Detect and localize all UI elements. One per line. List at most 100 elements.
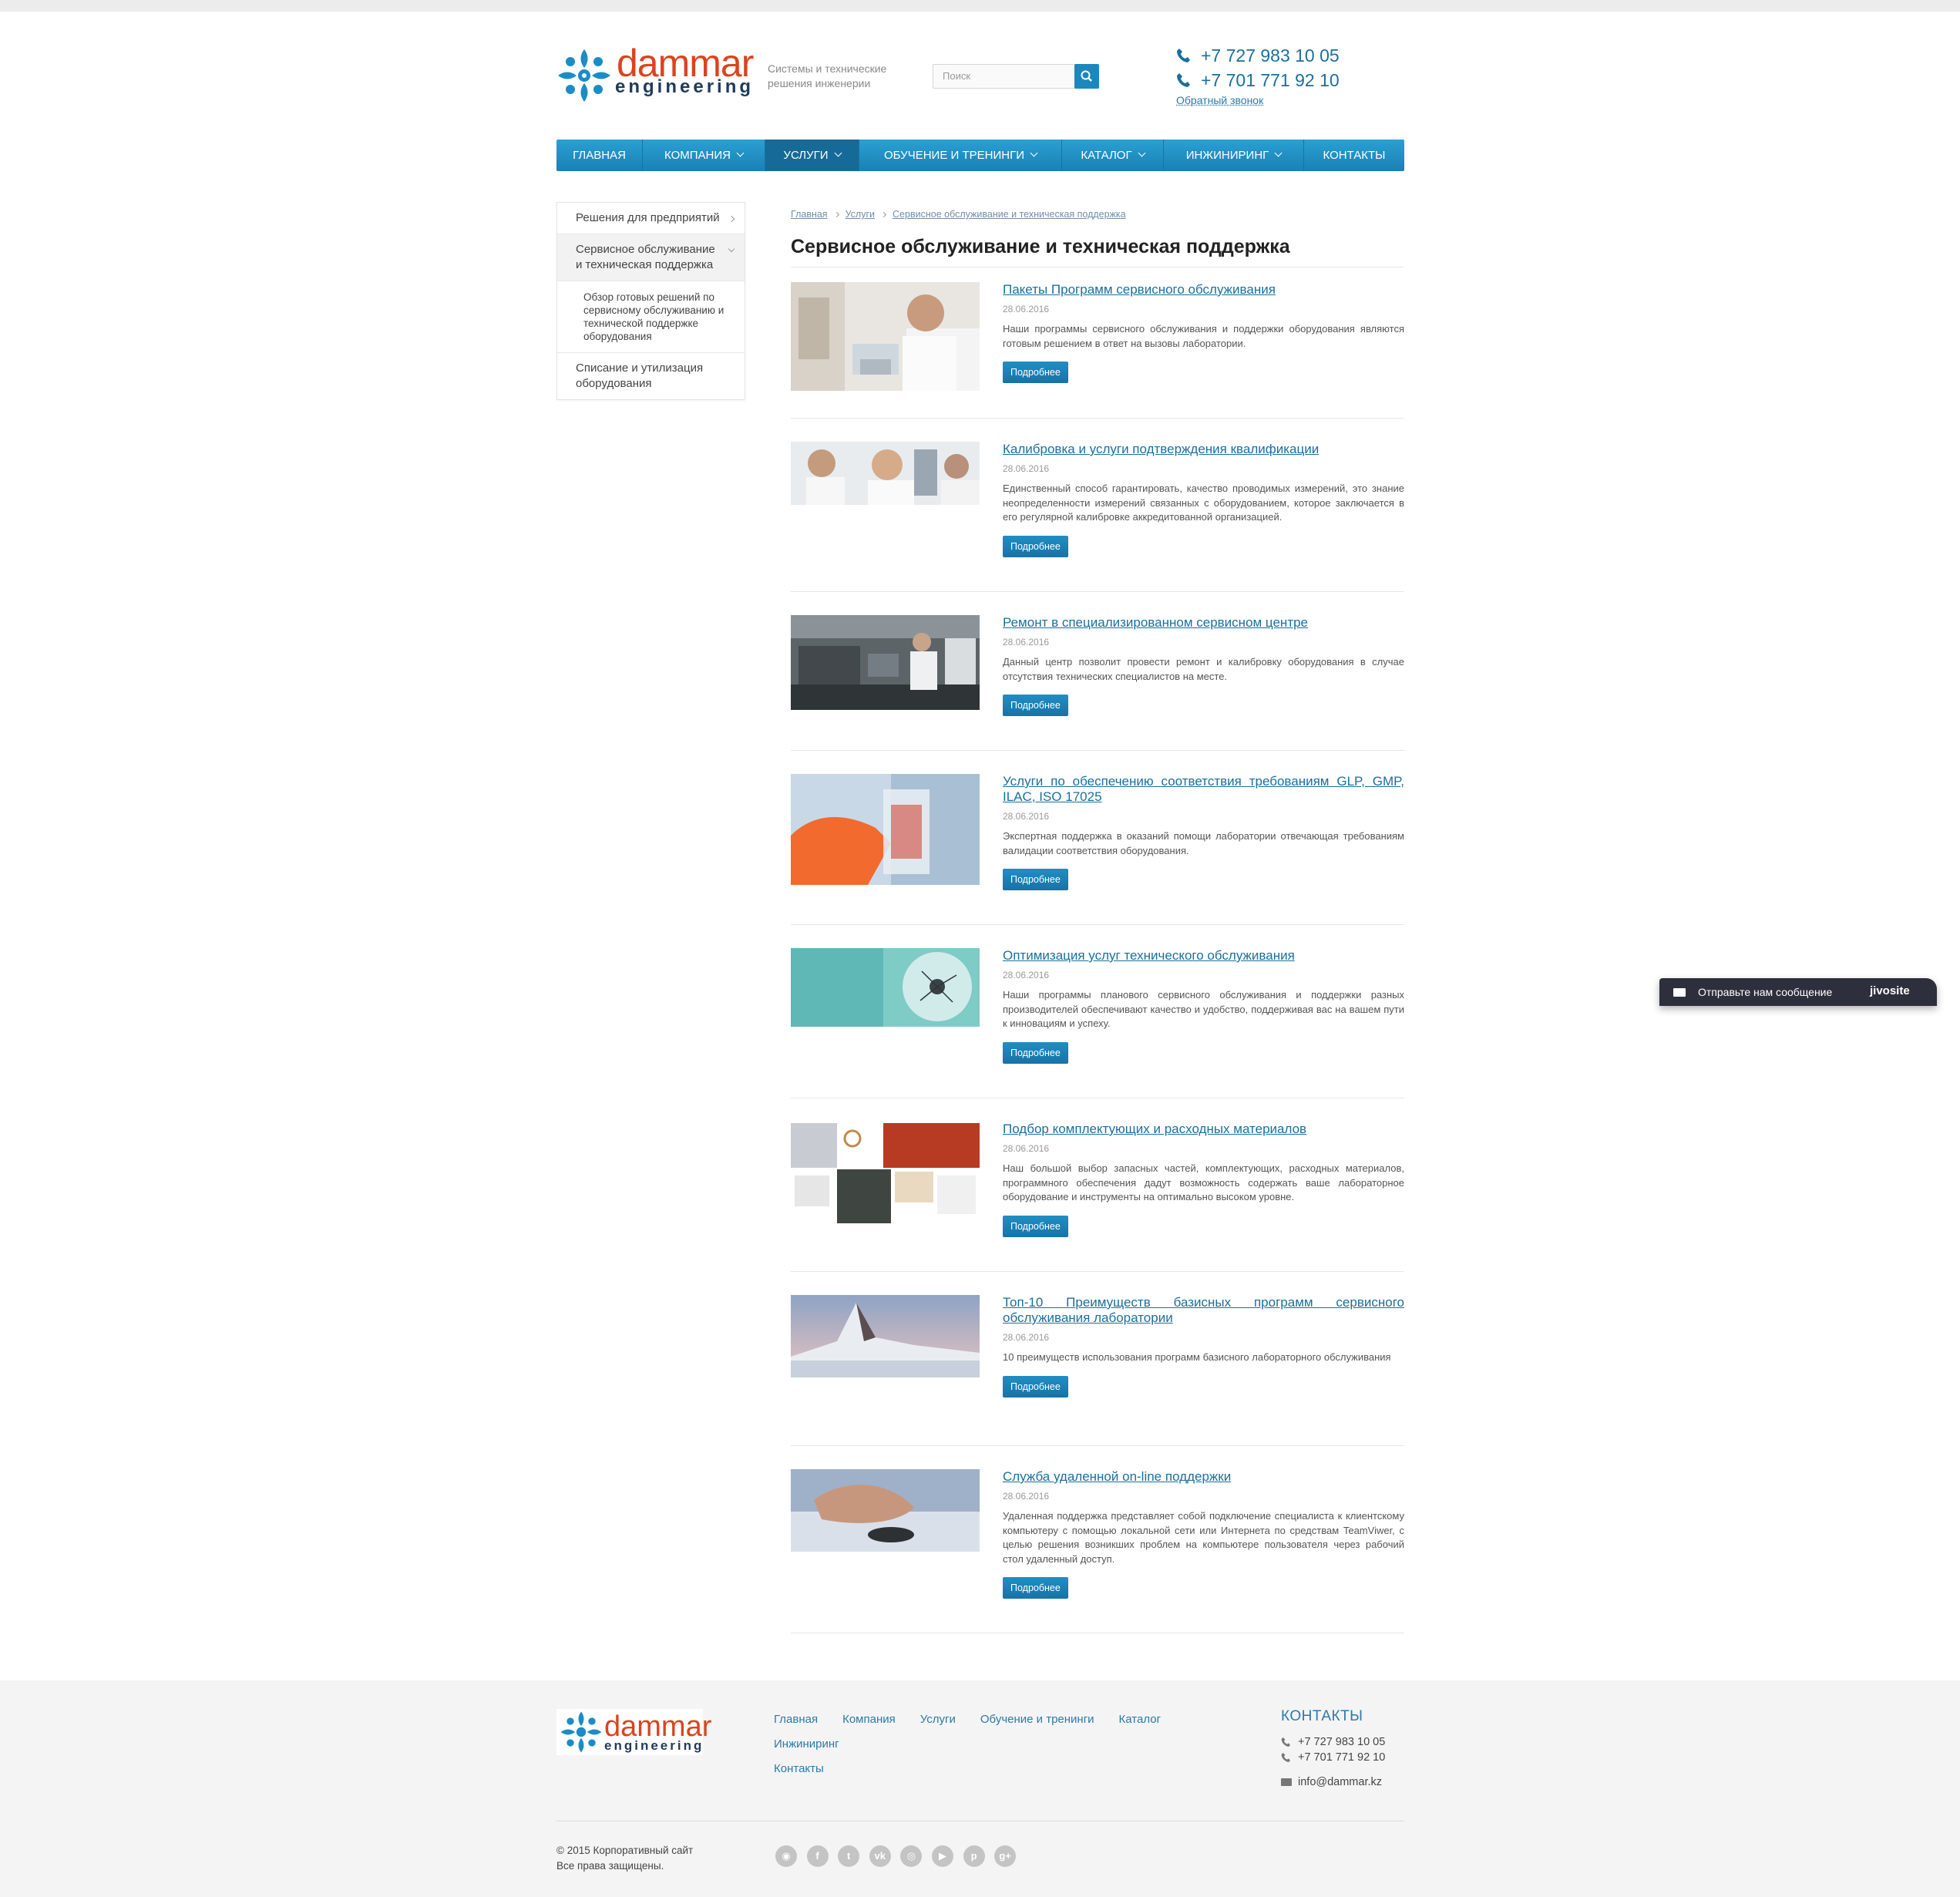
chevron-down-icon: [728, 245, 735, 253]
sidebar-item-solutions[interactable]: Решения для предприятий: [557, 203, 745, 234]
item-text: 10 преимуществ использования программ ба…: [1003, 1351, 1391, 1363]
more-button[interactable]: Подробнее: [1003, 535, 1068, 557]
footer-link[interactable]: Контакты: [774, 1757, 824, 1781]
phone-row: +7 727 983 10 05: [1176, 43, 1377, 68]
vk-icon[interactable]: vk: [869, 1845, 891, 1867]
item-title-link[interactable]: Пакеты Программ сервисного обслуживания: [1003, 282, 1404, 298]
nav-contacts[interactable]: КОНТАКТЫ: [1304, 140, 1404, 171]
nav-company[interactable]: КОМПАНИЯ: [643, 140, 765, 171]
footer-link[interactable]: Главная: [774, 1707, 818, 1732]
jivosite-chat-widget[interactable]: Отправьте нам сообщение jivosite: [1659, 978, 1937, 1006]
item-image[interactable]: [791, 948, 980, 1027]
footer-link[interactable]: Инжиниринг: [774, 1732, 839, 1757]
nav-catalog[interactable]: КАТАЛОГ: [1062, 140, 1164, 171]
chevron-down-icon: [834, 149, 842, 157]
footer-link[interactable]: Обучение и тренинги: [980, 1707, 1094, 1732]
footer-phone-1[interactable]: +7 727 983 10 05: [1298, 1736, 1385, 1748]
item-text: Экспертная поддержка в оказаний помощи л…: [1003, 830, 1404, 856]
item-image[interactable]: [791, 615, 980, 710]
search-button[interactable]: [1074, 64, 1099, 89]
item-image[interactable]: [791, 282, 980, 391]
footer-link[interactable]: Услуги: [920, 1707, 956, 1732]
item-title-link[interactable]: Топ-10 Преимуществ базисных программ сер…: [1003, 1295, 1404, 1326]
item-divider: [791, 924, 1404, 925]
instagram-icon[interactable]: ◎: [900, 1845, 923, 1867]
search-placeholder: Поиск: [943, 70, 971, 82]
item-image[interactable]: [791, 1469, 980, 1552]
item-image[interactable]: [791, 442, 980, 505]
sidebar-item-disposal[interactable]: Списание и утилизация оборудования: [557, 353, 745, 399]
footer-phone-2[interactable]: +7 701 771 92 10: [1298, 1751, 1385, 1764]
sidebar-item-service[interactable]: Сервисное обслуживание и техническая под…: [557, 234, 745, 281]
copyright-line: Все права защищены.: [556, 1860, 664, 1872]
envelope-icon: [1673, 988, 1686, 997]
chevron-down-icon: [1138, 149, 1146, 157]
more-button[interactable]: Подробнее: [1003, 362, 1068, 383]
item-title-link[interactable]: Служба удаленной on-line поддержки: [1003, 1469, 1404, 1485]
item-body: Топ-10 Преимуществ базисных программ сер…: [1003, 1295, 1404, 1398]
nav-engineering[interactable]: ИНЖИНИРИНГ: [1164, 140, 1304, 171]
callback-link[interactable]: Обратный звонок: [1176, 94, 1263, 106]
item-date: 28.06.2016: [1003, 637, 1050, 647]
more-button[interactable]: Подробнее: [1003, 869, 1068, 890]
item-date: 28.06.2016: [1003, 1491, 1050, 1502]
social-links: ◉ f t vk ◎ ▶ p g+: [775, 1845, 1026, 1867]
sidebar: Решения для предприятий Сервисное обслуж…: [556, 202, 745, 400]
nav-home[interactable]: ГЛАВНАЯ: [556, 140, 643, 171]
item-image[interactable]: [791, 1122, 980, 1225]
google-plus-icon[interactable]: g+: [994, 1845, 1017, 1867]
sidebar-item-label: Обзор готовых решений по сервисному обсл…: [583, 291, 724, 342]
item-divider: [791, 591, 1404, 592]
item-title-link[interactable]: Оптимизация услуг технического обслужива…: [1003, 948, 1404, 964]
breadcrumb-home[interactable]: Главная: [791, 209, 828, 220]
footer-link[interactable]: Компания: [842, 1707, 896, 1732]
item-divider: [791, 418, 1404, 419]
phone-icon: [1281, 1753, 1290, 1762]
logo-sub: engineering: [615, 76, 755, 97]
facebook-icon[interactable]: f: [806, 1845, 829, 1867]
more-button[interactable]: Подробнее: [1003, 1375, 1068, 1398]
item-text: Наши программы сервисного обслуживания и…: [1003, 323, 1404, 349]
item-title-link[interactable]: Подбор комплектующих и расходных материа…: [1003, 1122, 1404, 1137]
phone-2[interactable]: +7 701 771 92 10: [1201, 70, 1340, 90]
item-body: Оптимизация услуг технического обслужива…: [1003, 948, 1404, 1064]
search-icon: [1081, 70, 1092, 82]
phone-1[interactable]: +7 727 983 10 05: [1201, 45, 1340, 66]
more-button[interactable]: Подробнее: [1003, 1041, 1068, 1064]
footer-link[interactable]: Каталог: [1119, 1707, 1162, 1732]
item-date: 28.06.2016: [1003, 811, 1050, 822]
header-phones: +7 727 983 10 05 +7 701 771 92 10: [1176, 43, 1377, 92]
copyright-line: © 2015 Корпоративный сайт: [556, 1845, 694, 1856]
jivo-message: Отправьте нам сообщение: [1698, 986, 1833, 998]
item-title-link[interactable]: Калибровка и услуги подтверждения квалиф…: [1003, 442, 1404, 457]
item-image[interactable]: [791, 774, 980, 885]
rss-icon[interactable]: ◉: [775, 1845, 797, 1867]
footer-contacts-title: КОНТАКТЫ: [1281, 1708, 1363, 1724]
breadcrumb-current[interactable]: Сервисное обслуживание и техническая под…: [893, 209, 1126, 220]
sidebar-item-label: Списание и утилизация оборудования: [576, 362, 704, 390]
item-title-link[interactable]: Услуги по обеспечению соответствия требо…: [1003, 774, 1404, 805]
phone-row: +7 701 771 92 10: [1176, 68, 1377, 92]
pinterest-icon[interactable]: p: [963, 1845, 985, 1867]
twitter-icon[interactable]: t: [838, 1845, 860, 1867]
more-button[interactable]: Подробнее: [1003, 1577, 1068, 1599]
item-title-link[interactable]: Ремонт в специализированном сервисном це…: [1003, 615, 1404, 631]
nav-training[interactable]: ОБУЧЕНИЕ И ТРЕНИНГИ: [859, 140, 1062, 171]
footer-logo[interactable]: dammar engineering: [556, 1709, 711, 1755]
sidebar-subitem-overview[interactable]: Обзор готовых решений по сервисному обсл…: [557, 281, 745, 353]
chevron-right-icon: [833, 211, 839, 218]
more-button[interactable]: Подробнее: [1003, 1215, 1068, 1237]
footer-email[interactable]: info@dammar.kz: [1298, 1776, 1382, 1788]
sidebar-item-label: Решения для предприятий: [576, 211, 720, 224]
youtube-icon[interactable]: ▶: [931, 1845, 953, 1867]
more-button[interactable]: Подробнее: [1003, 695, 1068, 716]
logo[interactable]: dammar engineering: [556, 42, 754, 106]
item-date: 28.06.2016: [1003, 1143, 1050, 1154]
item-body: Калибровка и услуги подтверждения квалиф…: [1003, 442, 1404, 557]
chevron-right-icon: [728, 215, 735, 223]
nav-label: ИНЖИНИРИНГ: [1185, 149, 1269, 162]
item-image[interactable]: [791, 1295, 980, 1377]
item-text: Наш большой выбор запасных частей, компл…: [1003, 1162, 1404, 1202]
nav-services[interactable]: УСЛУГИ: [765, 140, 859, 171]
breadcrumb-services[interactable]: Услуги: [846, 209, 875, 220]
